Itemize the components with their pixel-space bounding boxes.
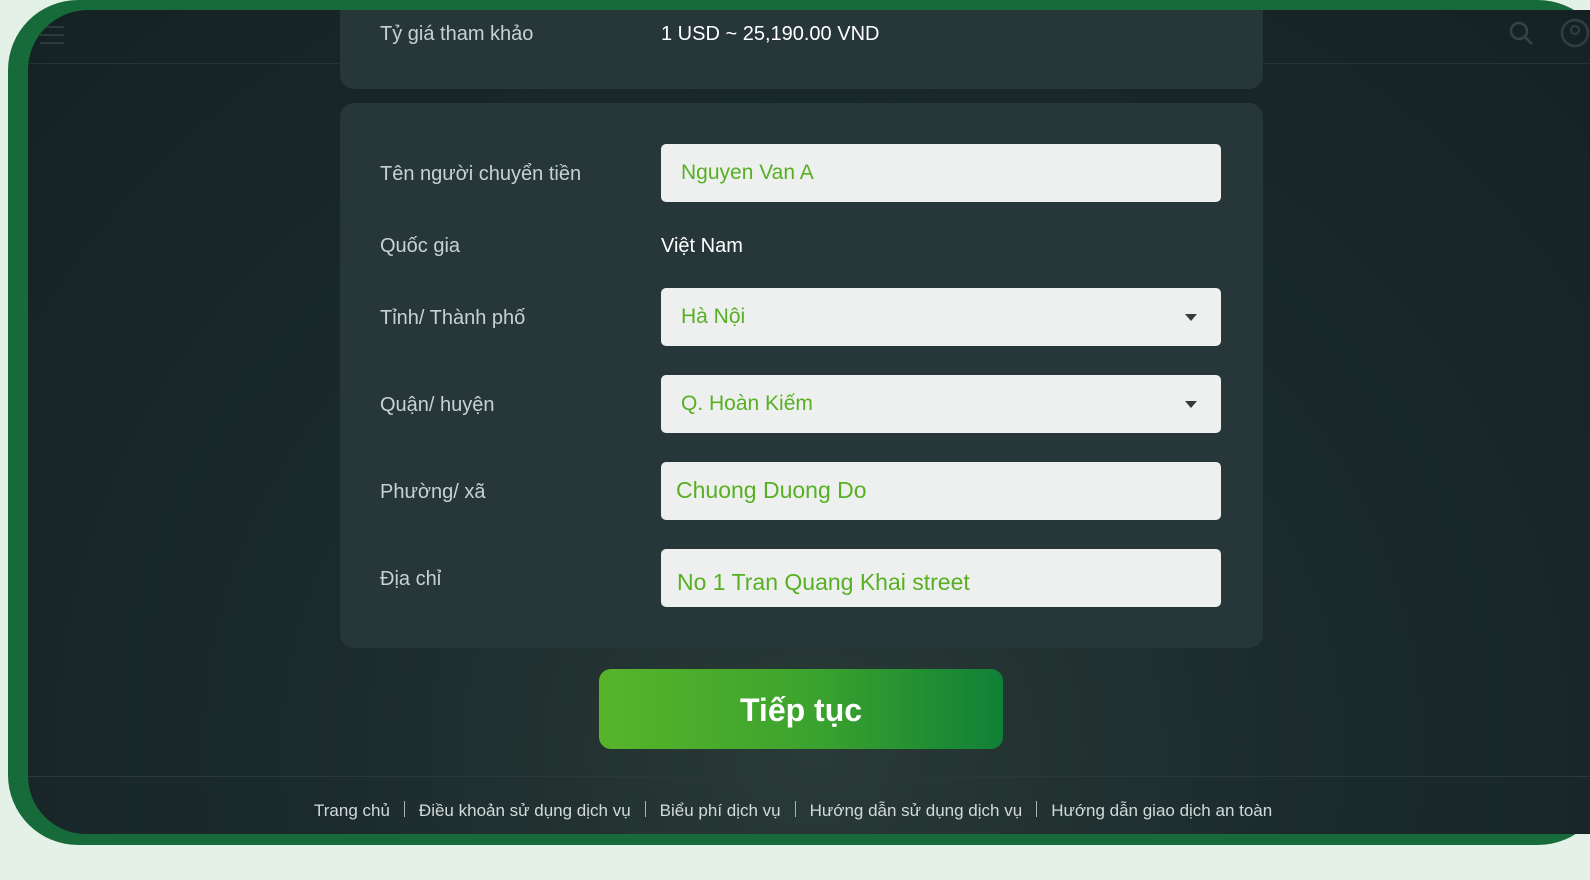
footer-link-fees[interactable]: Biểu phí dịch vụ: [660, 801, 781, 820]
address-input[interactable]: No 1 Tran Quang Khai street: [661, 549, 1221, 607]
footer: Trang chủ Điều khoản sử dụng dịch vụ Biểu …: [28, 776, 1590, 834]
district-label: Quận/ huyện: [380, 394, 495, 416]
exchange-rate-panel: [340, 10, 1263, 89]
app-screen: Tỷ giá tham khảo 1 USD ~ 25,190.00 VND T…: [28, 10, 1590, 834]
footer-links: Trang chủ Điều khoản sử dụng dịch vụ Biểu …: [314, 801, 1272, 821]
country-value: Việt Nam: [661, 235, 743, 257]
exchange-rate-value: 1 USD ~ 25,190.00 VND: [661, 23, 880, 45]
footer-separator: [1036, 801, 1038, 817]
user-icon[interactable]: [1560, 18, 1590, 48]
ward-value: Chuong Duong Do: [676, 477, 867, 503]
province-select[interactable]: Hà Nội: [661, 288, 1221, 346]
device-frame: Tỷ giá tham khảo 1 USD ~ 25,190.00 VND T…: [8, 0, 1590, 845]
sender-name-input[interactable]: Nguyen Van A: [661, 144, 1221, 202]
footer-separator: [644, 801, 646, 817]
sender-name-value: Nguyen Van A: [681, 161, 814, 184]
sender-name-label: Tên người chuyển tiền: [380, 163, 582, 185]
footer-link-terms[interactable]: Điều khoản sử dụng dịch vụ: [419, 801, 631, 820]
province-selected-value: Hà Nội: [681, 305, 746, 328]
district-select[interactable]: Q. Hoàn Kiếm: [661, 375, 1221, 433]
address-value: No 1 Tran Quang Khai street: [677, 569, 970, 595]
menu-icon[interactable]: [40, 26, 64, 44]
ward-label: Phường/ xã: [380, 481, 486, 503]
footer-link-safe-transactions[interactable]: Hướng dẫn giao dịch an toàn: [1051, 801, 1272, 820]
district-selected-value: Q. Hoàn Kiếm: [681, 392, 813, 415]
ward-input[interactable]: Chuong Duong Do: [661, 462, 1221, 520]
search-icon[interactable]: [1508, 20, 1534, 46]
province-label: Tỉnh/ Thành phố: [380, 307, 526, 329]
country-label: Quốc gia: [380, 235, 461, 257]
footer-separator: [403, 801, 405, 817]
footer-link-home[interactable]: Trang chủ: [314, 801, 390, 820]
address-label: Địa chỉ: [380, 568, 442, 590]
exchange-rate-label: Tỷ giá tham khảo: [380, 23, 534, 45]
continue-button[interactable]: Tiếp tục: [599, 669, 1003, 749]
footer-link-user-guide[interactable]: Hướng dẫn sử dụng dịch vụ: [810, 801, 1023, 820]
chevron-down-icon[interactable]: [1185, 401, 1197, 408]
chevron-down-icon[interactable]: [1185, 314, 1197, 321]
footer-separator: [794, 801, 796, 817]
